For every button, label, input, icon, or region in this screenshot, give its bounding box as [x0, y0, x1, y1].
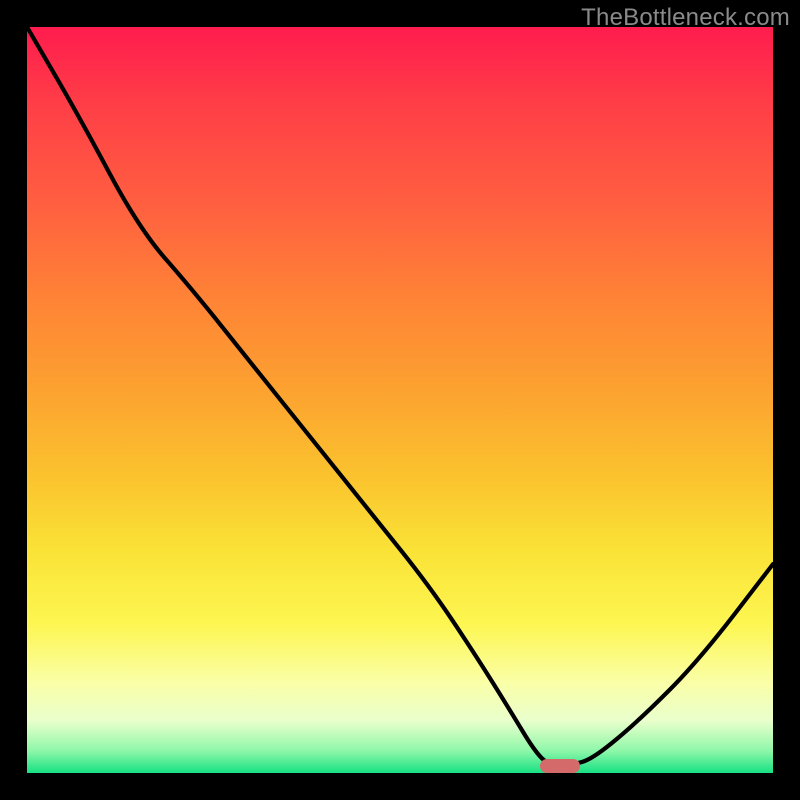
chart-frame: TheBottleneck.com: [0, 0, 800, 800]
watermark-text: TheBottleneck.com: [581, 4, 790, 32]
optimal-marker: [540, 759, 580, 773]
plot-area: [27, 27, 773, 773]
